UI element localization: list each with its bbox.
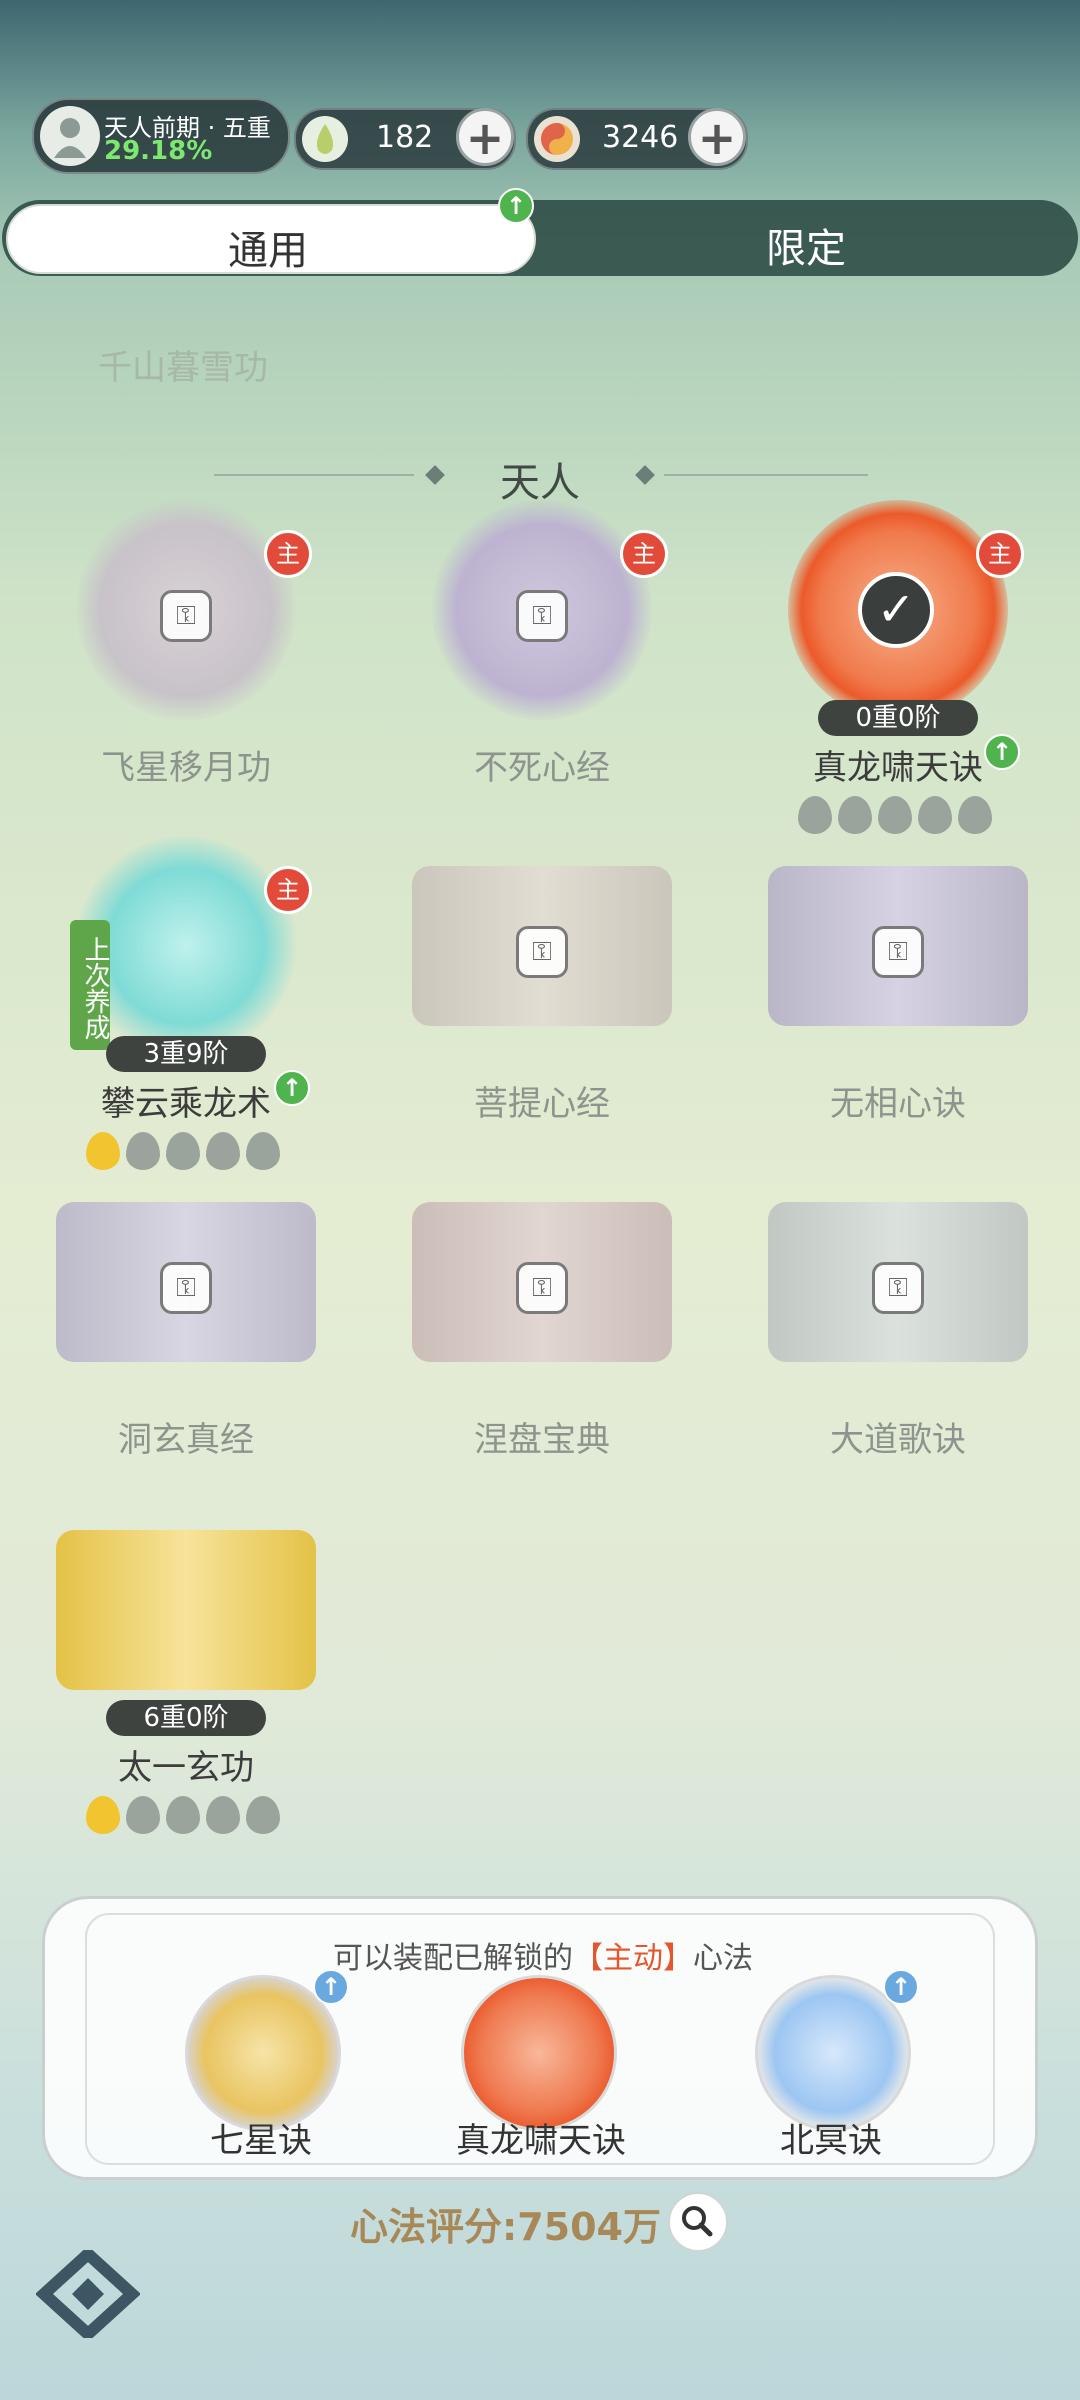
resource2-pill: 3246 + bbox=[526, 108, 748, 170]
drop-icon bbox=[166, 1132, 200, 1170]
skill-card-dadao[interactable]: ⚿ 大道歌诀 bbox=[748, 1172, 1048, 1502]
skill-card-zhenlong[interactable]: ✓ 主 0重0阶 真龙啸天诀 ↑ bbox=[748, 500, 1048, 834]
lock-icon: ⚿ bbox=[160, 590, 212, 642]
resource1-pill: 182 + bbox=[294, 108, 516, 170]
resource1-value: 182 bbox=[376, 120, 434, 155]
search-icon bbox=[682, 2206, 713, 2237]
lock-icon: ⚿ bbox=[872, 926, 924, 978]
main-skill-badge: 主 bbox=[976, 530, 1024, 578]
skill-card-wuxiang[interactable]: ⚿ 无相心诀 bbox=[748, 836, 1048, 1166]
skill-name: 无相心诀 bbox=[830, 1084, 966, 1124]
star-drops bbox=[798, 796, 1008, 836]
section-divider-left bbox=[214, 474, 414, 476]
equip-title-prefix: 可以装配已解锁的 bbox=[333, 1941, 573, 1976]
drop-icon bbox=[206, 1796, 240, 1834]
skill-name: 不死心经 bbox=[474, 748, 610, 788]
drop-icon bbox=[206, 1132, 240, 1170]
equip-title-highlight: 【主动】 bbox=[573, 1941, 693, 1976]
upgrade-arrow-icon: ↑ bbox=[883, 1969, 919, 2005]
skill-name: 大道歌诀 bbox=[830, 1420, 966, 1460]
skill-level: 0重0阶 bbox=[818, 700, 978, 736]
equip-panel: 可以装配已解锁的【主动】心法 ↑ 七星诀 真龙啸天诀 ↑ 北冥诀 bbox=[42, 1896, 1038, 2180]
realm-progress-percent: 29.18% bbox=[104, 136, 213, 166]
previous-section-title: 千山暮雪功 bbox=[98, 348, 268, 388]
skill-card-busi[interactable]: ⚿ 主 不死心经 bbox=[392, 500, 692, 830]
lock-icon: ⚿ bbox=[516, 926, 568, 978]
drop-icon-filled bbox=[86, 1132, 120, 1170]
skill-score: 心法评分:7504万 bbox=[350, 2205, 661, 2249]
upgrade-arrow-icon: ↑ bbox=[274, 1070, 310, 1106]
lock-icon: ⚿ bbox=[872, 1262, 924, 1314]
drop-icon bbox=[166, 1796, 200, 1834]
skill-name: 洞玄真经 bbox=[118, 1420, 254, 1460]
score-search-button[interactable] bbox=[668, 2192, 728, 2252]
upgrade-arrow-icon: ↑ bbox=[498, 188, 534, 224]
skill-card-niepan[interactable]: ⚿ 涅盘宝典 bbox=[392, 1172, 692, 1502]
equip-slot-3-name: 北冥诀 bbox=[780, 2121, 882, 2161]
skill-name: 涅盘宝典 bbox=[474, 1420, 610, 1460]
drop-icon bbox=[878, 796, 912, 834]
skill-card-taiyi[interactable]: 6重0阶 太一玄功 bbox=[36, 1500, 336, 1834]
equipped-check-icon: ✓ bbox=[858, 572, 934, 648]
skill-name: 太一玄功 bbox=[118, 1748, 254, 1788]
section-divider-right bbox=[664, 474, 868, 476]
drop-icon bbox=[246, 1132, 280, 1170]
equip-title-suffix: 心法 bbox=[693, 1941, 753, 1976]
divider-diamond-icon bbox=[425, 465, 445, 485]
drop-icon bbox=[126, 1132, 160, 1170]
main-skill-badge: 主 bbox=[264, 866, 312, 914]
drop-icon bbox=[126, 1796, 160, 1834]
main-skill-badge: 主 bbox=[620, 530, 668, 578]
lock-icon: ⚿ bbox=[160, 1262, 212, 1314]
game-logo-icon[interactable] bbox=[35, 2245, 141, 2343]
yin-yang-token-icon bbox=[534, 116, 580, 162]
star-drops bbox=[86, 1796, 296, 1836]
skill-card-dongxuan[interactable]: ⚿ 洞玄真经 bbox=[36, 1172, 336, 1502]
upgrade-arrow-icon: ↑ bbox=[313, 1969, 349, 2005]
divider-diamond-icon bbox=[635, 465, 655, 485]
skill-name: 菩提心经 bbox=[474, 1084, 610, 1124]
equip-slot-1-name: 七星诀 bbox=[210, 2121, 312, 2161]
drop-icon bbox=[918, 796, 952, 834]
skill-level: 6重0阶 bbox=[106, 1700, 266, 1736]
main-skill-badge: 主 bbox=[264, 530, 312, 578]
resource2-add-button[interactable]: + bbox=[688, 108, 746, 166]
resource1-add-button[interactable]: + bbox=[456, 108, 514, 166]
skill-name: 飞星移月功 bbox=[101, 748, 271, 788]
upgrade-arrow-icon: ↑ bbox=[984, 734, 1020, 770]
last-trained-tag: 上次养成 bbox=[70, 920, 110, 1050]
essence-drop-icon bbox=[302, 116, 348, 162]
lock-icon: ⚿ bbox=[516, 590, 568, 642]
skill-card-puti[interactable]: ⚿ 菩提心经 bbox=[392, 836, 692, 1166]
skill-level: 3重9阶 bbox=[106, 1036, 266, 1072]
tab-limited-label: 限定 bbox=[766, 226, 846, 272]
equip-slot-2-name: 真龙啸天诀 bbox=[456, 2121, 626, 2161]
realm-status-pill[interactable]: 天人前期 · 五重 29.18% bbox=[32, 98, 290, 174]
drop-icon bbox=[958, 796, 992, 834]
equip-slot-2[interactable] bbox=[461, 1975, 617, 2131]
drop-icon bbox=[838, 796, 872, 834]
tab-general[interactable]: 通用 bbox=[6, 204, 536, 274]
tab-limited[interactable]: 限定 bbox=[540, 204, 1076, 274]
skill-card-panyun[interactable]: 上次养成 主 3重9阶 攀云乘龙术 ↑ bbox=[36, 836, 336, 1170]
lock-icon: ⚿ bbox=[516, 1262, 568, 1314]
resource2-value: 3246 bbox=[602, 120, 679, 155]
drop-icon bbox=[798, 796, 832, 834]
drop-icon bbox=[246, 1796, 280, 1834]
realm-avatar-icon bbox=[40, 106, 100, 166]
skill-card-feixing[interactable]: ⚿ 主 飞星移月功 bbox=[36, 500, 336, 830]
scroll-art bbox=[56, 1530, 316, 1690]
star-drops bbox=[86, 1132, 296, 1172]
drop-icon-filled bbox=[86, 1796, 120, 1834]
tab-general-label: 通用 bbox=[228, 228, 308, 274]
